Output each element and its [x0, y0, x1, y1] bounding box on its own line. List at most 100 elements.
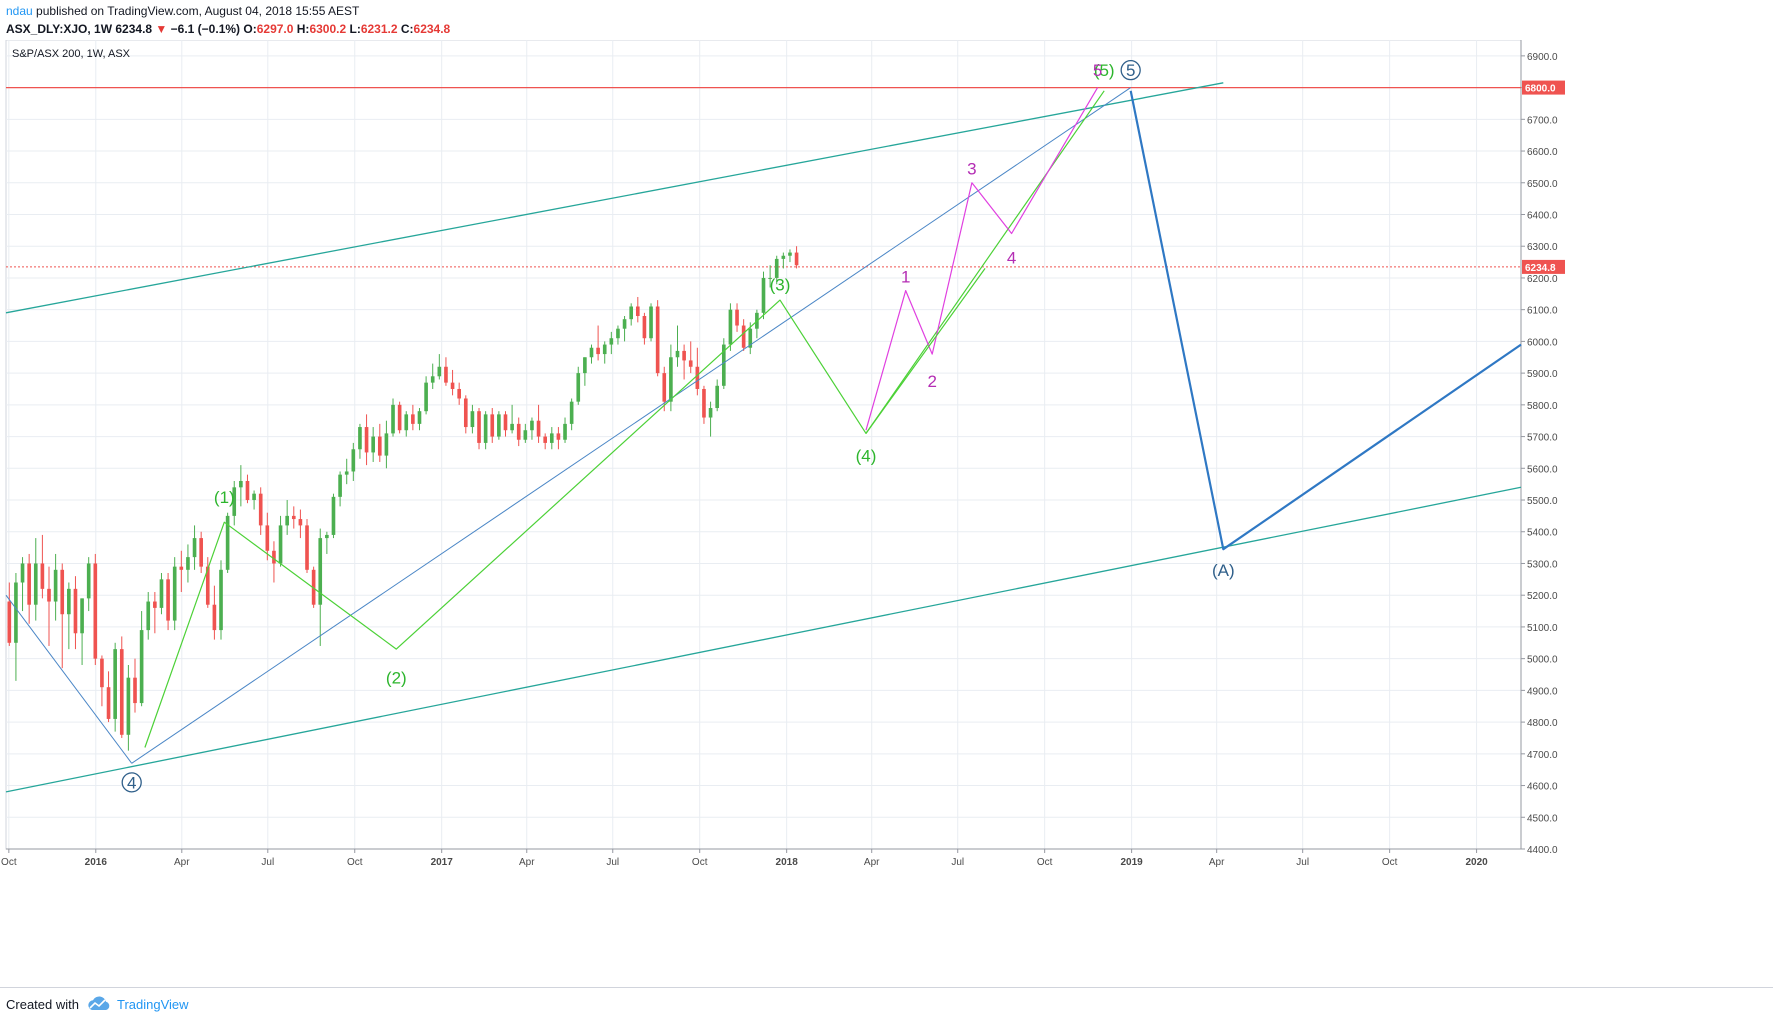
- candle-body: [536, 420, 541, 437]
- last-price: 6234.8: [115, 22, 153, 36]
- candle-body: [325, 534, 329, 539]
- y-tick-label: 5700.0: [1527, 433, 1558, 444]
- candle-body: [331, 496, 336, 535]
- y-tick-label: 5000.0: [1527, 655, 1558, 666]
- wave-label: 4: [1007, 248, 1016, 267]
- wave-label: 1: [901, 267, 910, 286]
- x-tick-label: Oct: [1, 857, 17, 868]
- tradingview-link[interactable]: TradingView: [117, 997, 189, 1012]
- open-value: 6297.0: [256, 22, 294, 36]
- y-tick-label: 4700.0: [1527, 750, 1558, 761]
- candle-body: [358, 427, 362, 450]
- candle: [225, 512, 230, 573]
- y-tick-label: 6900.0: [1527, 52, 1558, 63]
- x-tick-label: Apr: [519, 857, 535, 868]
- candle-body: [166, 579, 170, 621]
- candle-body: [291, 515, 296, 520]
- wave-label-text: (4): [856, 447, 877, 466]
- candle-body: [285, 515, 289, 526]
- x-tick-label: Jul: [261, 857, 274, 868]
- candle-body: [602, 344, 607, 355]
- candle-body: [212, 604, 217, 631]
- candle-body: [715, 385, 720, 409]
- close-label: C:: [400, 22, 414, 36]
- candle: [305, 519, 309, 573]
- close-value: 6234.8: [413, 22, 451, 36]
- high-value: 6300.2: [309, 22, 347, 36]
- y-tick-label: 6100.0: [1527, 306, 1558, 317]
- candle-body: [179, 566, 184, 570]
- wave-label: (A): [1212, 561, 1235, 580]
- candle-body: [404, 414, 409, 431]
- x-tick-label: 2018: [776, 857, 799, 868]
- candle: [397, 401, 402, 434]
- author-link[interactable]: ndau: [6, 4, 33, 18]
- candle-body: [583, 357, 587, 374]
- y-tick-label: 6500.0: [1527, 179, 1558, 190]
- x-tick-label: Jul: [1296, 857, 1309, 868]
- candle-body: [186, 557, 190, 570]
- wave-label-text: (1): [214, 488, 235, 507]
- candle-body: [463, 398, 468, 428]
- candle-body: [153, 601, 157, 608]
- candle-body: [430, 376, 435, 383]
- candle-body: [483, 414, 488, 443]
- y-tick-label: 4600.0: [1527, 782, 1558, 793]
- candle-body: [530, 420, 534, 431]
- x-tick-label: Apr: [1209, 857, 1225, 868]
- candle-body: [708, 408, 713, 418]
- candle: [331, 493, 336, 539]
- wave-label: (1): [214, 488, 235, 507]
- candle-body: [669, 357, 673, 402]
- x-tick-label: Oct: [692, 857, 708, 868]
- candle-body: [100, 658, 104, 688]
- candle-body: [371, 436, 375, 453]
- y-tick-label: 6300.0: [1527, 242, 1558, 253]
- candle-body: [695, 366, 700, 389]
- wave-label-text: 2: [927, 372, 936, 391]
- wave-label: (2): [386, 669, 407, 688]
- candle-body: [133, 677, 137, 704]
- candle-body: [576, 373, 581, 402]
- candle-body: [563, 423, 567, 440]
- candle-body: [245, 480, 250, 501]
- wave-label-text: (A): [1212, 561, 1235, 580]
- candle-body: [351, 449, 356, 472]
- candle-body: [33, 563, 38, 605]
- y-tick-label: 5600.0: [1527, 464, 1558, 475]
- candle-body: [40, 563, 45, 589]
- candle-body: [338, 474, 342, 497]
- candle-body: [411, 414, 415, 424]
- wave-label: (4): [856, 447, 877, 466]
- candle-body: [252, 493, 256, 501]
- low-label: L:: [349, 22, 361, 36]
- candle-body: [616, 328, 620, 339]
- x-tick-label: Oct: [1037, 857, 1053, 868]
- candle-body: [781, 255, 786, 259]
- candle-body: [80, 598, 84, 634]
- candle: [172, 557, 177, 631]
- low-value: 6231.2: [360, 22, 398, 36]
- x-tick-label: Oct: [347, 857, 363, 868]
- candle-body: [67, 588, 71, 615]
- x-tick-label: 2017: [431, 857, 454, 868]
- candle-body: [523, 430, 528, 440]
- y-tick-label: 5500.0: [1527, 496, 1558, 507]
- candle-body: [788, 252, 792, 256]
- candle-body: [258, 493, 263, 526]
- y-tick-label: 6000.0: [1527, 337, 1558, 348]
- y-tick-label: 6600.0: [1527, 147, 1558, 158]
- candle-body: [596, 347, 600, 355]
- candle-body: [364, 427, 369, 453]
- price-chart[interactable]: 4400.0 4500.0 4600.0 4700.0 4800.0 4900.0 5000…: [0, 40, 1773, 987]
- candle-body: [397, 404, 402, 431]
- candle-body: [318, 538, 323, 605]
- wave-label: 3: [967, 159, 976, 178]
- y-tick-label: 4900.0: [1527, 686, 1558, 697]
- candle-body: [60, 569, 65, 615]
- x-tick-label: Jul: [606, 857, 619, 868]
- candle-body: [609, 338, 614, 345]
- publish-text: published on TradingView.com, August 04,…: [36, 4, 360, 18]
- candle-body: [444, 366, 448, 383]
- symbol-name: ASX_DLY:XJO, 1W: [6, 22, 113, 36]
